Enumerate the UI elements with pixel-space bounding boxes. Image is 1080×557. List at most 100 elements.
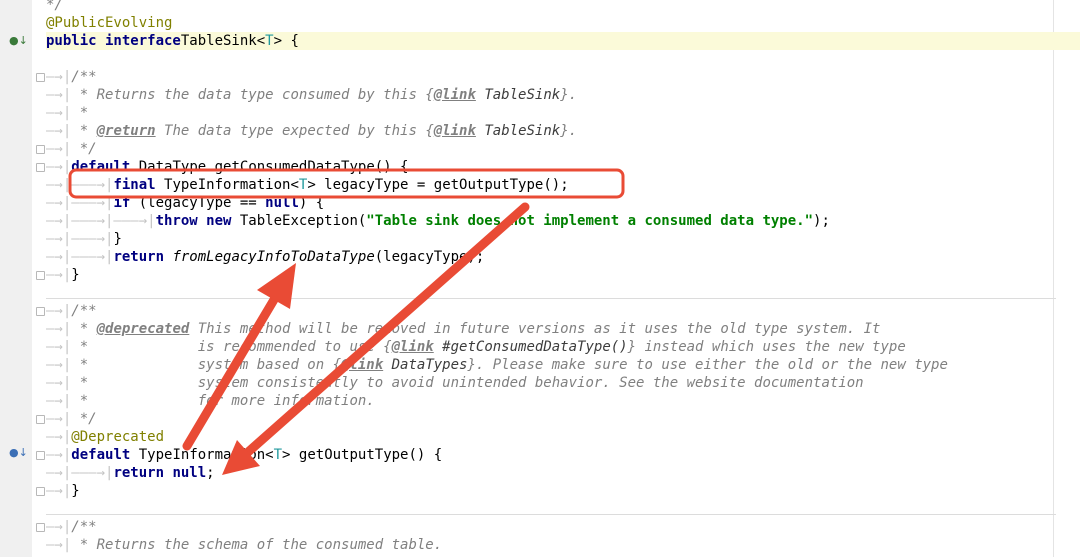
code-token: * <box>71 105 89 121</box>
code-line[interactable]: —→| * Returns the schema of the consumed… <box>46 536 1080 554</box>
code-token: —→|———→| <box>46 195 114 211</box>
code-token: —→| <box>46 267 72 283</box>
code-line[interactable]: —→| * system consistently to avoid unint… <box>46 374 1080 392</box>
fold-marker-icon[interactable] <box>36 73 45 82</box>
code-editor[interactable]: */@PublicEvolving public interfaceTableSi… <box>0 0 1080 557</box>
code-line[interactable]: —→|default TypeInformation<T> getOutputT… <box>46 446 1080 464</box>
code-line[interactable]: —→| * @return The data type expected by … <box>46 122 1080 140</box>
fold-marker-icon[interactable] <box>36 271 45 280</box>
code-token: (legacyType); <box>374 249 485 265</box>
code-token: }. <box>560 87 578 103</box>
code-token: default <box>71 447 131 463</box>
code-token: return <box>113 249 165 265</box>
code-token: DataTypes <box>383 357 468 373</box>
fold-marker-icon[interactable] <box>36 523 45 532</box>
fold-marker-icon[interactable] <box>36 145 45 154</box>
code-token: TypeInformation< <box>130 447 274 463</box>
code-token: —→| <box>46 159 72 175</box>
code-line[interactable]: public interfaceTableSink<T> { <box>46 32 1080 50</box>
code-line[interactable]: —→| * is recommended to use {@link #getC… <box>46 338 1080 356</box>
code-line[interactable]: —→|———→|return null; <box>46 464 1080 482</box>
code-token: —→|———→|———→| <box>46 213 156 229</box>
code-line[interactable]: —→|/** <box>46 302 1080 320</box>
code-line[interactable]: —→|} <box>46 266 1080 284</box>
code-line[interactable]: —→| */ <box>46 140 1080 158</box>
code-line[interactable]: —→|———→|———→|throw new TableException("T… <box>46 212 1080 230</box>
code-token: } <box>71 267 80 283</box>
code-token: /** <box>71 303 97 319</box>
code-token: —→| <box>46 87 72 103</box>
code-token: TypeInformation< <box>155 177 299 193</box>
code-line[interactable]: —→|———→|final TypeInformation<T> legacyT… <box>46 176 1080 194</box>
code-token: —→| <box>46 123 72 139</box>
fold-marker-icon[interactable] <box>36 163 45 172</box>
fold-marker-icon[interactable] <box>36 307 45 316</box>
code-token: return null <box>113 465 207 481</box>
code-token: */ <box>71 141 97 157</box>
code-line[interactable]: —→| * @deprecated This method will be re… <box>46 320 1080 338</box>
code-token: —→| <box>46 339 72 355</box>
code-token: if <box>113 195 131 211</box>
code-token: T <box>273 447 283 463</box>
code-token: } instead which uses the new type <box>627 339 906 355</box>
code-token: * is recommended to use { <box>71 339 392 355</box>
code-line[interactable]: —→|} <box>46 482 1080 500</box>
code-token: /** <box>71 519 97 535</box>
code-token: * Returns the schema of the consumed tab… <box>71 537 443 553</box>
method-separator <box>46 298 1056 299</box>
code-line[interactable] <box>46 284 1080 302</box>
code-token: —→| <box>46 357 72 373</box>
code-token: * system consistently to avoid unintende… <box>71 375 864 391</box>
code-line[interactable]: —→| * system based on {@link DataTypes}.… <box>46 356 1080 374</box>
code-token: @deprecated <box>96 321 190 337</box>
code-token: * <box>71 123 97 139</box>
code-token: @link <box>391 339 434 355</box>
fold-marker-icon[interactable] <box>36 487 45 496</box>
code-token: final <box>113 177 156 193</box>
code-line[interactable]: —→| * for more information. <box>46 392 1080 410</box>
code-token: > getOutputType() { <box>282 447 443 463</box>
code-line[interactable]: —→| * <box>46 104 1080 122</box>
code-token: */ <box>71 411 97 427</box>
code-token: > { <box>273 33 299 49</box>
code-token: > legacyType = getOutputType(); <box>307 177 569 193</box>
code-line[interactable] <box>46 50 1080 68</box>
code-token: default <box>71 159 131 175</box>
code-token: @return <box>96 123 156 139</box>
code-line[interactable]: —→|———→|if (legacyType == null) { <box>46 194 1080 212</box>
code-line[interactable]: —→| * Returns the data type consumed by … <box>46 86 1080 104</box>
code-token: —→| <box>46 447 72 463</box>
code-token: —→| <box>46 303 72 319</box>
overridden-method-icon[interactable]: ●↓ <box>9 446 28 460</box>
line-gutter[interactable] <box>0 0 33 557</box>
code-line[interactable]: @PublicEvolving <box>46 14 1080 32</box>
implemented-interface-icon[interactable]: ●↓ <box>9 34 28 48</box>
code-line[interactable]: —→| */ <box>46 410 1080 428</box>
fold-marker-icon[interactable] <box>36 451 45 460</box>
code-token: —→|———→| <box>46 231 114 247</box>
code-token: * for more information. <box>71 393 375 409</box>
code-token: public interface <box>46 33 181 49</box>
code-token: * Returns the data type consumed by this… <box>71 87 434 103</box>
code-token: ); <box>813 213 830 229</box>
code-token: (legacyType == <box>130 195 266 211</box>
code-token: } <box>71 483 80 499</box>
code-line[interactable]: —→|default DataType getConsumedDataType(… <box>46 158 1080 176</box>
code-token: @link <box>341 357 384 373</box>
fold-marker-icon[interactable] <box>36 415 45 424</box>
code-token: —→| <box>46 375 72 391</box>
code-line[interactable]: */ <box>46 0 1080 14</box>
code-line[interactable]: —→|/** <box>46 68 1080 86</box>
code-line[interactable]: —→|/** <box>46 518 1080 536</box>
code-line[interactable]: —→|———→|} <box>46 230 1080 248</box>
code-token: —→|———→| <box>46 249 114 265</box>
code-token: —→| <box>46 141 72 157</box>
code-line[interactable]: —→|@Deprecated <box>46 428 1080 446</box>
code-token: @PublicEvolving <box>46 15 173 31</box>
code-token: @link <box>433 123 476 139</box>
code-token: —→| <box>46 105 72 121</box>
code-line[interactable]: —→|———→|return fromLegacyInfoToDataType(… <box>46 248 1080 266</box>
code-token: —→| <box>46 483 72 499</box>
code-line[interactable] <box>46 500 1080 518</box>
code-token: }. Please make sure to use either the ol… <box>467 357 948 373</box>
